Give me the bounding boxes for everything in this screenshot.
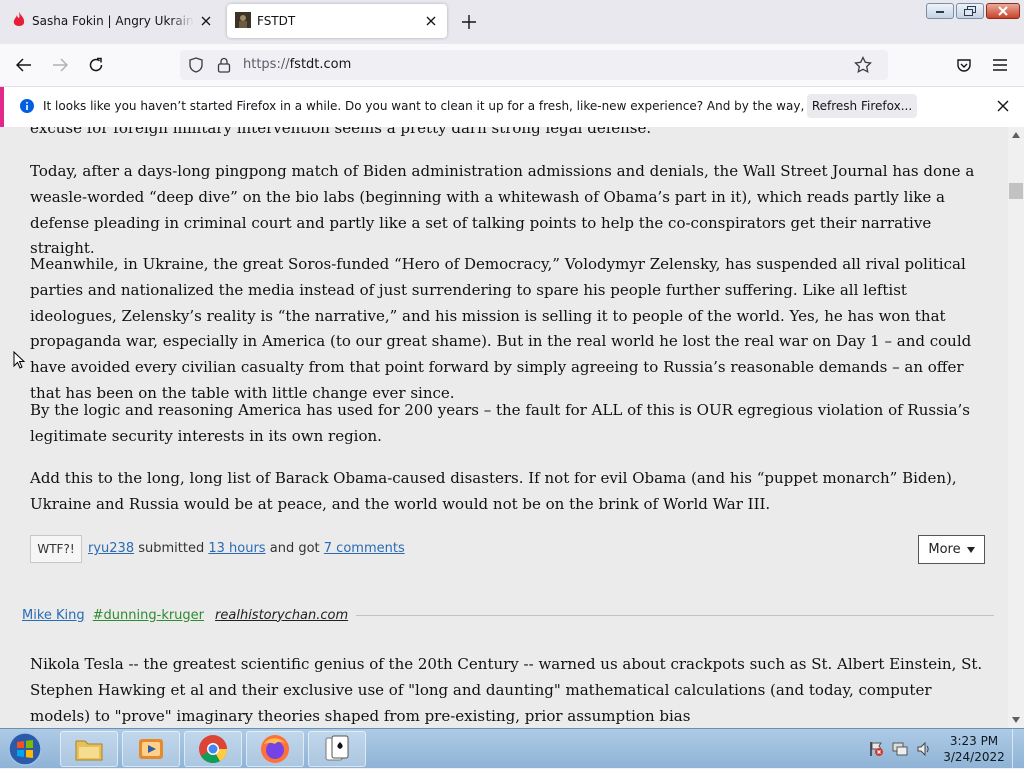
refresh-firefox-button[interactable]: Refresh Firefox... <box>807 94 917 118</box>
url-host: fstdt.com <box>289 57 352 72</box>
tab-title: Sasha Fokin | Angry Ukrainian K <box>32 14 194 28</box>
pocket-icon <box>957 59 971 72</box>
network-icon[interactable] <box>892 741 908 757</box>
taskbar-chrome[interactable] <box>184 731 242 767</box>
submitter-link[interactable]: ryu238 <box>88 541 134 556</box>
media-player-icon <box>139 739 163 759</box>
url-text[interactable]: https://fstdt.com <box>243 57 351 72</box>
start-button[interactable] <box>4 731 46 767</box>
tab-sasha-fokin[interactable]: Sasha Fokin | Angry Ukrainian K <box>4 4 222 38</box>
new-tab-button[interactable] <box>459 12 479 32</box>
tab-title: FSTDT <box>257 14 296 28</box>
maximize-button[interactable] <box>956 3 984 19</box>
taskbar: 3:23 PM 3/24/2022 <box>0 728 1024 769</box>
comments-link[interactable]: 7 comments <box>324 541 405 556</box>
post-paragraph: Nikola Tesla -- the greatest scientific … <box>30 655 983 725</box>
post-paragraph: Meanwhile, in Ukraine, the great Soros-f… <box>30 255 972 402</box>
wtf-vote-button[interactable]: WTF?! <box>30 535 82 563</box>
close-icon[interactable] <box>423 13 439 29</box>
tag-link[interactable]: #dunning-kruger <box>93 608 204 623</box>
source-link[interactable]: realhistorychan.com <box>215 608 348 623</box>
post-meta: Mike King #dunning-kruger realhistorycha… <box>22 606 994 624</box>
forward-button[interactable] <box>49 54 71 76</box>
menu-button[interactable] <box>989 54 1011 76</box>
bookmark-star-icon[interactable] <box>854 55 872 77</box>
minimize-button[interactable] <box>926 3 954 19</box>
show-desktop-button[interactable] <box>1012 729 1024 769</box>
post-paragraph: Add this to the long, long list of Barac… <box>30 469 957 513</box>
notification-close-button[interactable] <box>992 95 1014 117</box>
volume-icon[interactable] <box>916 741 932 757</box>
author-link[interactable]: Mike King <box>22 608 85 623</box>
post-paragraph: excuse for foreign military intervention… <box>30 127 652 137</box>
tab-fstdt[interactable]: FSTDT <box>227 4 447 38</box>
submission-info: ryu238 submitted 13 hours and got 7 comm… <box>88 541 405 556</box>
system-clock[interactable]: 3:23 PM 3/24/2022 <box>938 733 1010 765</box>
triangle-up-icon <box>1012 132 1020 138</box>
url-bar[interactable]: https://fstdt.com <box>180 50 888 80</box>
restore-icon <box>964 6 976 16</box>
close-icon[interactable] <box>198 13 214 29</box>
hamburger-menu-icon <box>993 59 1007 71</box>
notification-bar: It looks like you haven’t started Firefo… <box>0 87 1024 127</box>
navigation-toolbar: https://fstdt.com <box>0 44 1024 87</box>
taskbar-file-explorer[interactable] <box>60 731 118 767</box>
close-icon <box>998 6 1008 16</box>
flame-icon <box>12 11 26 31</box>
back-button[interactable] <box>13 54 35 76</box>
taskbar-solitaire[interactable] <box>308 731 366 767</box>
action-center-flag-icon[interactable] <box>868 741 884 757</box>
submitted-text: submitted <box>138 541 205 556</box>
more-label: More <box>928 542 961 557</box>
firefox-icon <box>261 735 289 763</box>
mouse-cursor-icon <box>13 351 25 369</box>
and-got-text: and got <box>269 541 320 556</box>
scroll-up-button[interactable] <box>1008 127 1024 143</box>
tab-bar: Sasha Fokin | Angry Ukrainian K FSTDT <box>0 0 1024 44</box>
reload-button[interactable] <box>85 54 107 76</box>
arrow-left-icon <box>16 58 31 72</box>
arrow-right-icon <box>53 58 68 72</box>
minimize-icon <box>936 11 944 13</box>
shield-icon[interactable] <box>189 57 203 76</box>
close-icon <box>997 100 1009 112</box>
lock-icon[interactable] <box>217 57 231 76</box>
taskbar-firefox[interactable] <box>246 731 304 767</box>
solitaire-icon <box>325 735 349 761</box>
caret-down-icon <box>966 546 975 553</box>
divider <box>356 614 994 616</box>
scroll-thumb[interactable] <box>1009 183 1023 199</box>
clock-date: 3/24/2022 <box>943 750 1005 764</box>
windows-logo-icon <box>8 732 42 766</box>
page-content: excuse for foreign military intervention… <box>0 127 1008 728</box>
clock-time: 3:23 PM <box>949 734 999 748</box>
reload-icon <box>89 57 103 72</box>
window-close-button[interactable] <box>986 3 1020 19</box>
post-paragraph: By the logic and reasoning America has u… <box>30 401 970 445</box>
plus-icon <box>462 15 476 29</box>
post-paragraph: Today, after a days-long pingpong match … <box>30 162 975 258</box>
more-button[interactable]: More <box>918 535 985 564</box>
fstdt-favicon <box>235 11 251 31</box>
notification-message: It looks like you haven’t started Firefo… <box>43 99 899 113</box>
triangle-down-icon <box>1012 717 1020 723</box>
pocket-button[interactable] <box>953 54 975 76</box>
taskbar-media-player[interactable] <box>122 731 180 767</box>
info-icon <box>20 99 34 116</box>
time-ago-link[interactable]: 13 hours <box>208 541 265 556</box>
chrome-icon <box>199 735 227 763</box>
url-scheme: https:// <box>243 57 290 72</box>
file-explorer-icon <box>75 740 103 761</box>
scroll-down-button[interactable] <box>1008 712 1024 728</box>
vertical-scrollbar[interactable] <box>1008 127 1024 728</box>
